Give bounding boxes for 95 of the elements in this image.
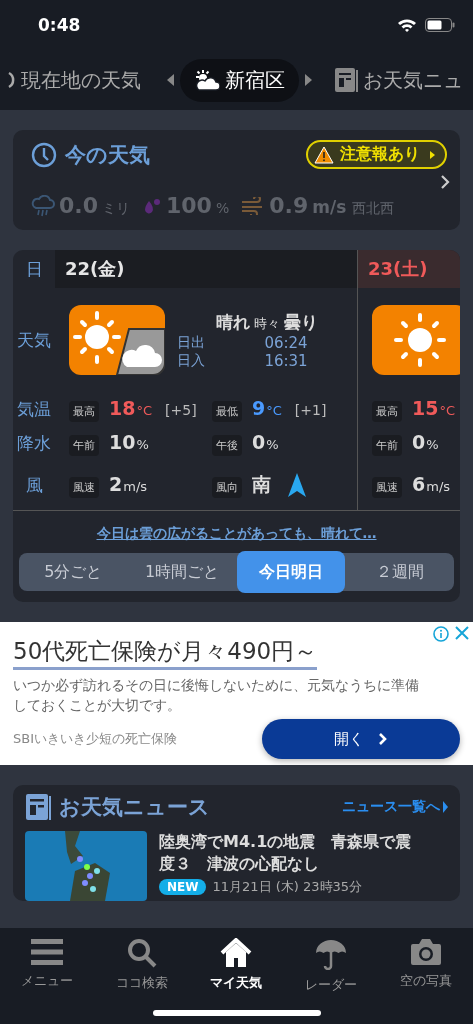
percent-unit: % — [266, 436, 279, 452]
wind-speed-value: 0.9 — [269, 193, 309, 218]
menu-icon — [31, 938, 64, 966]
tab-bar-item[interactable]: メニュー — [0, 928, 95, 998]
news-headline[interactable]: 陸奥湾でM4.1の地震 青森県で震度３ 津波の心配なし — [159, 831, 425, 875]
day-header: 22(金) — [55, 250, 357, 288]
section-title: 今の天気 — [65, 141, 151, 169]
range-tab[interactable]: ２週間 — [345, 553, 454, 591]
newspaper-icon — [334, 67, 358, 93]
speed-unit: m/s — [123, 478, 148, 494]
sun-and-cloud-icon — [69, 305, 165, 375]
wind-direction-tag: 風向 — [212, 477, 242, 498]
weather-text: 晴れ 時々 曇り — [215, 310, 319, 334]
row-label: 気温 — [17, 397, 51, 421]
wifi-icon — [397, 18, 417, 32]
sun-cloud-icon — [194, 69, 220, 91]
ad-headline[interactable]: 50代死亡保険が月々490円～ — [13, 626, 318, 670]
info-icon[interactable] — [433, 626, 449, 642]
precipitation-value: 0.0 — [59, 193, 98, 218]
clock-icon — [31, 141, 57, 168]
advertiser-name: SBIいきいき少短の死亡保険 — [13, 730, 177, 749]
ad-body: いつか必ず訪れるその日に後悔しないために、元気なうちに準備しておくことが大切です。 — [13, 676, 420, 715]
section-title: お天気ニュース — [59, 794, 211, 822]
high-temp-value: 18 — [109, 396, 136, 419]
new-badge: NEW — [159, 879, 207, 896]
high-temp-tag: 最高 — [69, 400, 99, 422]
location-tab[interactable]: お天気ニュ — [328, 60, 469, 100]
low-temp-value: 9 — [252, 396, 266, 419]
forecast-summary-link[interactable]: 今日は雲の広がることがあっても、晴れて… — [96, 525, 377, 543]
wind-speed-unit: m/s — [312, 197, 347, 217]
low-temp-tag: 最低 — [212, 400, 242, 422]
tab-bar-item[interactable]: 空の写真 — [378, 928, 473, 998]
temp-unit: °C — [439, 402, 456, 418]
location-tab[interactable]: 新宿区 — [180, 58, 299, 102]
sunrise-label: 日出 — [177, 333, 205, 352]
battery-icon — [425, 18, 455, 32]
wind-direction: 南 — [252, 472, 271, 497]
close-icon[interactable] — [455, 626, 469, 640]
percent-unit: % — [136, 436, 149, 452]
precipitation-chance: 10 — [109, 430, 136, 453]
wind-speed-tag: 風速 — [69, 476, 99, 498]
row-label: 天気 — [17, 328, 51, 352]
high-temp-value: 15 — [412, 396, 439, 419]
open-button[interactable]: 開く — [262, 719, 460, 760]
right-arrow-icon[interactable] — [305, 74, 312, 86]
newspaper-icon — [25, 793, 51, 822]
row-label: 日 — [25, 257, 43, 281]
temp-unit: °C — [136, 402, 153, 418]
afternoon-tag: 午後 — [212, 434, 242, 456]
tab-bar-item[interactable]: マイ天気 — [189, 928, 284, 998]
precipitation-chance: 0 — [412, 430, 426, 453]
row-label: 風 — [25, 473, 43, 497]
day-header: 23(土) — [358, 250, 460, 288]
high-temp-tag: 最高 — [372, 400, 402, 422]
humidity-value: 100 — [166, 193, 212, 218]
sunrise-time: 06:24 — [264, 333, 308, 352]
warning-icon — [314, 145, 334, 164]
percent-unit: % — [426, 436, 439, 452]
sun-icon — [372, 305, 460, 375]
umbrella-icon — [315, 938, 348, 970]
chevron-right-icon — [440, 174, 450, 190]
wind-speed-value: 2 — [109, 472, 123, 495]
status-time: 0:48 — [38, 15, 81, 35]
row-label: 降水 — [17, 431, 51, 455]
range-tab[interactable]: 5分ごと — [19, 553, 128, 591]
temp-difference: [+5] — [165, 401, 197, 418]
speed-unit: m/s — [426, 478, 451, 494]
home-icon — [220, 938, 253, 968]
chevron-right-icon — [378, 732, 388, 747]
precipitation-unit: ミリ — [102, 200, 130, 218]
temp-unit: °C — [266, 402, 282, 418]
news-date: 11月21日 (木) 23時35分 — [212, 878, 363, 897]
tab-bar-item[interactable]: ココ検索 — [94, 928, 190, 998]
range-tab[interactable]: 1時間ごと — [127, 553, 237, 591]
current-weather-card[interactable]: 今の天気 注意報あり 0.0 ミリ 100 % 0.9 m/s 西北西 — [13, 130, 460, 230]
wind-speed-value: 6 — [412, 472, 426, 495]
navigation-arrow-icon — [288, 473, 306, 497]
humidity-unit: % — [215, 200, 230, 216]
location-tab[interactable]: 現在地の天気 — [2, 60, 147, 100]
sunset-time: 16:31 — [264, 351, 308, 370]
alert-button[interactable]: 注意報あり — [306, 140, 447, 169]
wind-speed-tag: 風速 — [372, 476, 402, 498]
tab-bar-item[interactable]: レーダー — [283, 928, 379, 998]
morning-tag: 午前 — [69, 434, 99, 456]
precipitation-chance: 0 — [252, 430, 266, 453]
left-arrow-icon[interactable] — [167, 74, 174, 86]
temp-difference: [+1] — [294, 401, 327, 418]
morning-tag: 午前 — [372, 434, 402, 456]
camera-icon — [409, 938, 442, 966]
ad-banner[interactable]: 50代死亡保険が月々490円～ いつか必ず訪れるその日に後悔しないために、元気なうちに準備しておくことが大切です。 SBIいきいき少短の死亡保険 開く — [0, 622, 473, 766]
sunset-label: 日入 — [177, 351, 205, 370]
search-icon — [126, 938, 157, 968]
wind-direction: 西北西 — [352, 200, 395, 218]
rain-cloud-icon — [31, 194, 55, 217]
news-list-link[interactable]: ニュース一覧へ — [342, 798, 448, 817]
